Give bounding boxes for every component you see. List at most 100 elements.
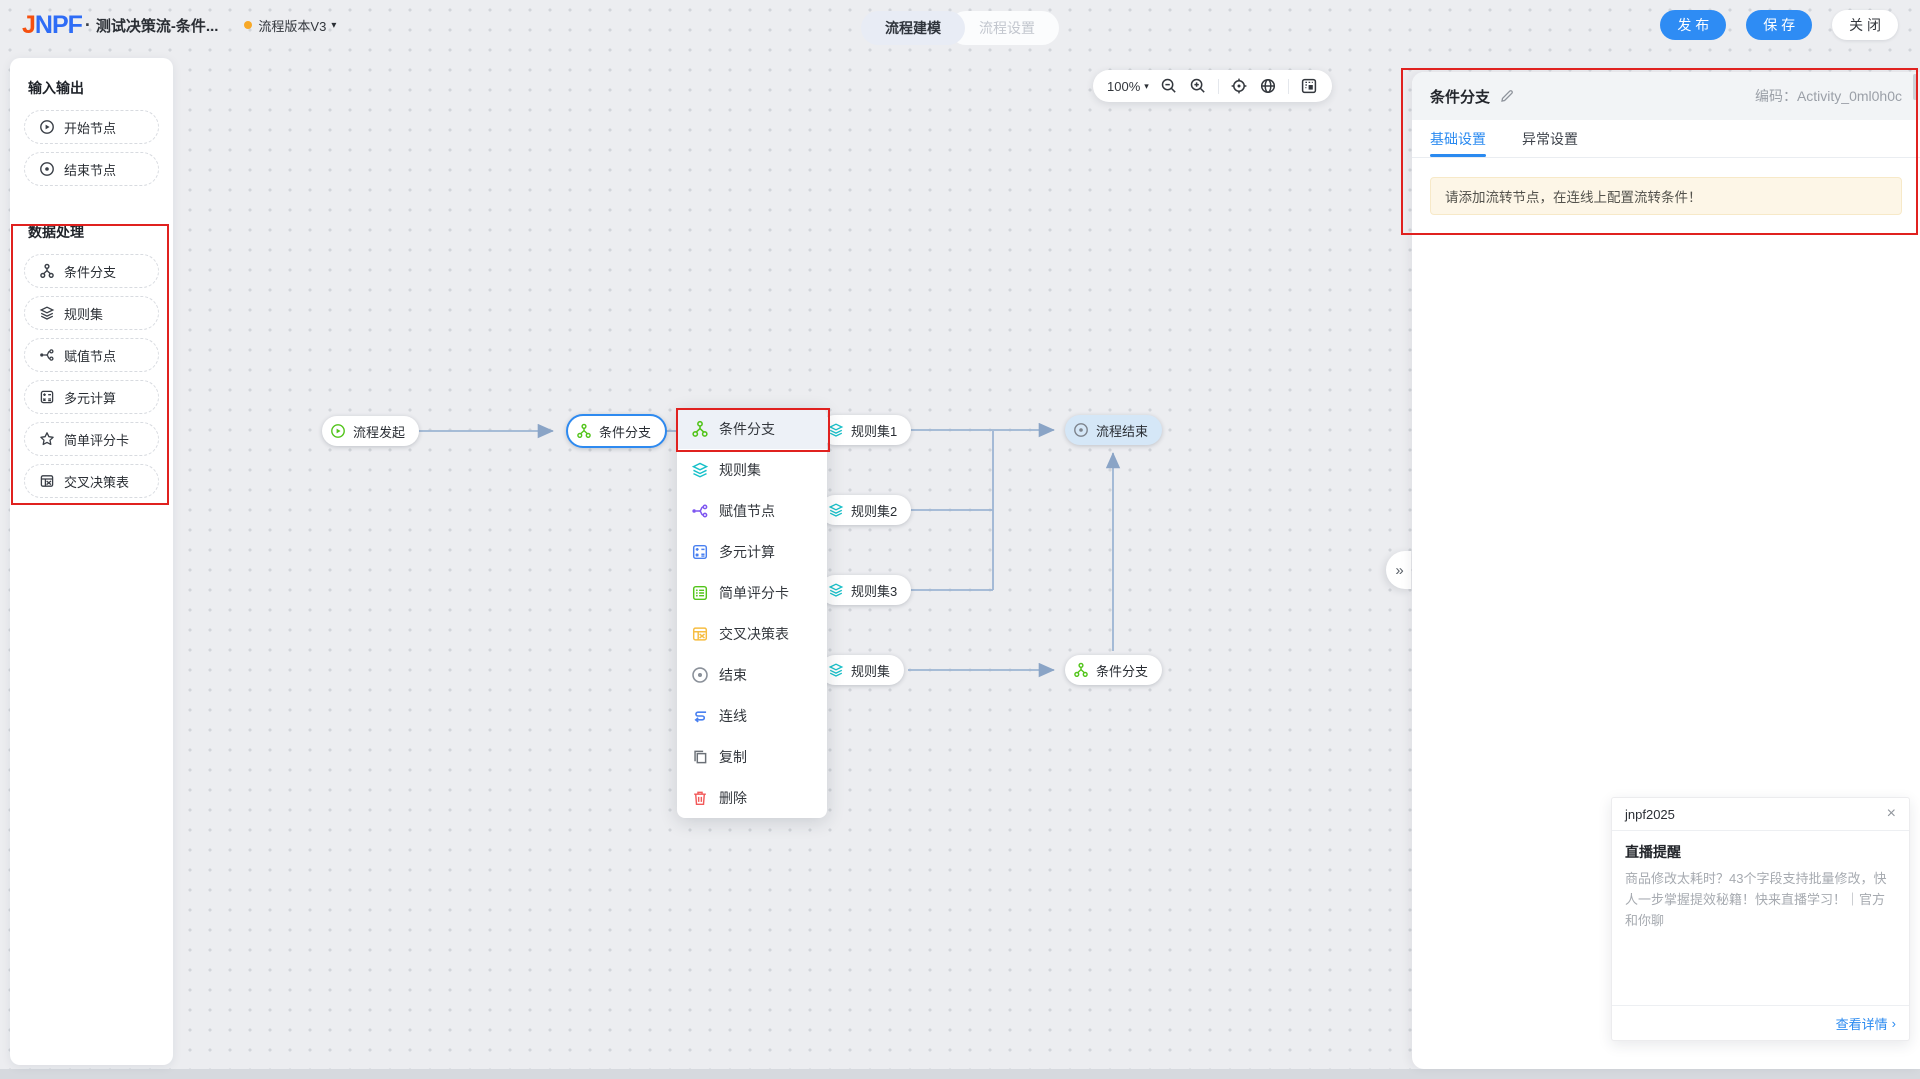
palette-item-start-node[interactable]: 开始节点: [24, 110, 159, 144]
layers-icon: [828, 423, 844, 437]
version-selector[interactable]: 流程版本V3 ▾: [244, 16, 336, 35]
zoom-in-icon[interactable]: [1189, 77, 1207, 95]
menu-item-label: 多元计算: [719, 543, 775, 560]
star-icon: [40, 432, 54, 446]
zoom-level-value: 100%: [1107, 78, 1141, 94]
toolbar-divider: [1287, 78, 1289, 94]
menu-item-label: 规则集: [719, 461, 761, 478]
end-circle-icon: [692, 666, 708, 683]
tab-basic-settings[interactable]: 基础设置: [1430, 120, 1486, 157]
toolbar-divider: [1217, 78, 1219, 94]
globe-icon[interactable]: [1259, 77, 1277, 95]
popup-app-name: jnpf2025: [1625, 806, 1675, 822]
minimap-icon[interactable]: [1300, 77, 1318, 95]
palette-item-simple-scorecard[interactable]: 简单评分卡: [24, 422, 159, 456]
flow-node-end[interactable]: 流程结束: [1065, 415, 1163, 445]
menu-item-label: 连线: [719, 707, 747, 724]
palette-item-cross-decision-table[interactable]: 交叉决策表: [24, 464, 159, 498]
node-context-menu: 条件分支 规则集 赋值节点 多元计算 简单评分卡 交叉决策表 结束 连线 复制 …: [677, 408, 827, 818]
publish-button[interactable]: 发 布: [1660, 10, 1727, 40]
menu-item-multi-calc[interactable]: 多元计算: [677, 531, 827, 572]
node-palette-sidebar: 输入输出 开始节点 结束节点 数据处理 条件分支 规则集 赋值节点 多元计算 简…: [10, 58, 173, 1065]
logo-separator: ·: [84, 14, 91, 35]
panel-collapse-button[interactable]: »: [1386, 551, 1411, 589]
view-details-link[interactable]: 查看详情: [1836, 1014, 1888, 1033]
bottom-scrollbar-strip[interactable]: [0, 1069, 1920, 1079]
zoom-level-dropdown[interactable]: 100% ▾: [1107, 79, 1149, 94]
menu-item-assign-node[interactable]: 赋值节点: [677, 490, 827, 531]
menu-item-end[interactable]: 结束: [677, 654, 827, 695]
branch-icon: [1074, 662, 1088, 677]
top-bar: J NPF · 测试决策流-条件... 流程版本V3 ▾ 流程建模 流程设置 发 布…: [0, 0, 1920, 50]
version-status-dot: [244, 21, 253, 29]
flow-node-branch-selected[interactable]: 条件分支: [566, 414, 668, 448]
layers-icon: [828, 503, 844, 517]
panel-scrollbar[interactable]: [1913, 74, 1917, 100]
menu-item-condition-branch[interactable]: 条件分支: [677, 408, 827, 449]
menu-item-connect-line[interactable]: 连线: [677, 695, 827, 736]
scorecard-icon: [692, 585, 708, 600]
palette-item-label: 交叉决策表: [64, 474, 130, 490]
menu-item-label: 条件分支: [719, 420, 775, 437]
palette-item-label: 多元计算: [64, 390, 117, 406]
cross-table-icon: [40, 475, 54, 487]
node-label: 条件分支: [599, 424, 652, 440]
tab-exception-settings[interactable]: 异常设置: [1522, 120, 1578, 157]
palette-item-condition-branch[interactable]: 条件分支: [24, 254, 159, 288]
palette-item-multi-calc[interactable]: 多元计算: [24, 380, 159, 414]
code-label: 编码：: [1754, 88, 1797, 104]
flow-node-branch2[interactable]: 条件分支: [1065, 655, 1163, 685]
top-actions: 发 布 保 存 关 闭: [1660, 10, 1898, 40]
assign-icon: [40, 349, 54, 361]
connect-icon: [694, 710, 707, 722]
popup-text: 商品修改太耗时？43个字段支持批量修改，快人一步掌握提效秘籍！快来直播学习！｜官…: [1625, 871, 1887, 928]
node-label: 规则集: [851, 663, 891, 679]
mode-tabs: 流程建模 流程设置: [861, 11, 1059, 45]
node-label: 条件分支: [1096, 663, 1149, 679]
menu-item-delete[interactable]: 删除: [677, 777, 827, 818]
flow-node-ruleset1[interactable]: 规则集1: [820, 415, 912, 445]
zoom-out-icon[interactable]: [1160, 77, 1178, 95]
chevron-right-icon: ›: [1891, 1015, 1896, 1031]
menu-item-simple-scorecard[interactable]: 简单评分卡: [677, 572, 827, 613]
popup-body: 直播提醒 商品修改太耗时？43个字段支持批量修改，快人一步掌握提效秘籍！快来直播…: [1612, 831, 1909, 942]
flow-node-start[interactable]: 流程发起: [322, 416, 420, 446]
flow-node-ruleset3[interactable]: 规则集3: [820, 575, 912, 605]
popup-title: 直播提醒: [1625, 844, 1681, 860]
popup-footer: 查看详情 ›: [1612, 1005, 1909, 1040]
node-label: 流程发起: [353, 424, 406, 440]
node-label: 流程结束: [1096, 423, 1149, 439]
layers-icon: [828, 663, 844, 677]
close-icon[interactable]: ×: [1887, 806, 1896, 822]
play-circle-icon: [40, 120, 54, 134]
node-label: 规则集3: [851, 583, 898, 599]
flow-node-ruleset4[interactable]: 规则集: [820, 655, 905, 685]
menu-item-ruleset[interactable]: 规则集: [677, 449, 827, 490]
section-title-io: 输入输出: [28, 80, 84, 96]
menu-item-copy[interactable]: 复制: [677, 736, 827, 777]
palette-item-ruleset[interactable]: 规则集: [24, 296, 159, 330]
menu-item-cross-decision-table[interactable]: 交叉决策表: [677, 613, 827, 654]
center-target-icon[interactable]: [1230, 77, 1248, 95]
menu-item-label: 简单评分卡: [719, 584, 789, 601]
palette-item-assign-node[interactable]: 赋值节点: [24, 338, 159, 372]
save-button[interactable]: 保 存: [1746, 10, 1813, 40]
panel-title: 条件分支: [1430, 88, 1491, 106]
copy-icon: [694, 750, 707, 763]
node-code: 编码：Activity_0ml0h0c: [1755, 86, 1902, 106]
layers-icon: [828, 583, 844, 597]
menu-item-label: 结束: [719, 666, 747, 683]
palette-item-end-node[interactable]: 结束节点: [24, 152, 159, 186]
notification-popup: jnpf2025 × 直播提醒 商品修改太耗时？43个字段支持批量修改，快人一步…: [1611, 797, 1910, 1041]
logo-npf: NPF: [34, 10, 83, 39]
palette-item-label: 开始节点: [64, 120, 117, 136]
layers-icon: [691, 462, 709, 478]
tab-flow-modeling[interactable]: 流程建模: [861, 11, 965, 45]
flow-node-ruleset2[interactable]: 规则集2: [820, 495, 912, 525]
chevron-down-icon: ▾: [331, 19, 337, 31]
tab-flow-settings[interactable]: 流程设置: [949, 11, 1059, 45]
close-button[interactable]: 关 闭: [1832, 10, 1898, 40]
edit-pencil-icon[interactable]: [1499, 88, 1515, 104]
app-logo: J NPF ·: [22, 11, 96, 40]
properties-header: 条件分支 编码：Activity_0ml0h0c: [1412, 72, 1920, 120]
